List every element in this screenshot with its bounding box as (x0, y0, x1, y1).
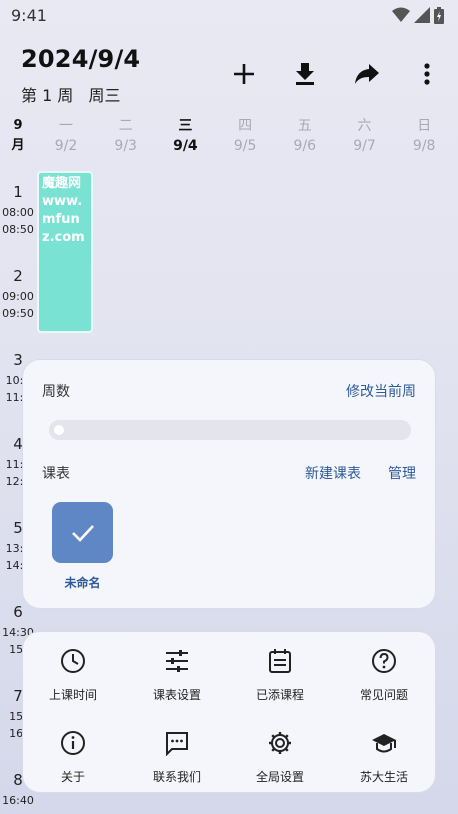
day-column-3: 三 9/4 (155, 116, 215, 156)
help-icon (369, 646, 399, 676)
menu-item-label: 常见问题 (359, 688, 408, 702)
week-slider[interactable] (49, 420, 411, 440)
menu-item-5[interactable]: 关于 (23, 728, 123, 794)
day-column-2: 二 9/3 (96, 116, 156, 156)
modify-current-week-link[interactable]: 修改当前周 (346, 381, 416, 401)
tables-label: 课表 (42, 466, 70, 482)
add-icon (234, 64, 254, 84)
day-date: 9/7 (353, 138, 376, 154)
day-date: 9/4 (173, 138, 198, 154)
time-slot: 1 08:00 08:50 (0, 180, 36, 238)
day-name: 日 (417, 118, 432, 134)
day-name: 三 (178, 118, 193, 134)
day-name: 二 (118, 118, 133, 134)
month-label: 月 (11, 138, 25, 153)
day-column-1: 一 9/2 (36, 116, 96, 156)
calendar-icon (265, 646, 295, 676)
menu-item-label: 全局设置 (255, 770, 304, 784)
menu-item-6[interactable]: 联系我们 (127, 728, 227, 794)
menu-item-label: 关于 (60, 770, 85, 784)
day-name: 一 (59, 118, 73, 134)
check-icon (71, 524, 94, 542)
slot-start-time: 09:00 (2, 290, 34, 303)
status-time: 9:41 (11, 6, 47, 25)
header: 2024/9/4 第 1 周 周三 (0, 40, 458, 110)
slot-number: 1 (13, 183, 23, 201)
day-date: 9/6 (293, 138, 317, 154)
menu-item-7[interactable]: 全局设置 (230, 728, 330, 794)
menu-item-3[interactable]: 已添课程 (230, 646, 330, 712)
day-column-7: 日 9/8 (394, 116, 454, 156)
clock-icon (58, 646, 88, 676)
manage-link[interactable]: 管理 (388, 463, 416, 483)
month-number: 9 (13, 118, 23, 133)
download-icon (296, 63, 314, 85)
status-icons (392, 6, 444, 24)
slot-number: 2 (13, 267, 23, 285)
time-slot: 2 09:00 09:50 (0, 264, 36, 322)
day-header: 9 月 一 9/2 二 9/3 三 9/4 四 9/5 五 9/6 六 9/7 日 9/8 (0, 116, 458, 162)
slot-end-time: 08:50 (2, 223, 34, 236)
week-number: 第 1 周 (21, 86, 74, 105)
menu-item-label: 联系我们 (152, 770, 201, 784)
slot-end-time: 09:50 (2, 307, 34, 320)
share-button[interactable] (351, 58, 383, 90)
battery-icon (434, 6, 444, 24)
day-column-4: 四 9/5 (215, 116, 275, 156)
menu-item-4[interactable]: 常见问题 (334, 646, 434, 712)
weeks-panel: 周数 修改当前周 课表 新建课表 管理 未命名 (22, 359, 436, 609)
month-indicator: 9 月 (0, 116, 36, 156)
day-column-6: 六 9/7 (335, 116, 395, 156)
download-button[interactable] (289, 58, 321, 90)
status-bar: 9:41 (0, 0, 458, 32)
new-table-link[interactable]: 新建课表 (305, 463, 361, 483)
course-block[interactable]: 魔趣网www.mfunz.com (37, 171, 93, 333)
day-date: 9/3 (114, 138, 137, 154)
add-button[interactable] (228, 58, 260, 90)
signal-icon (414, 7, 430, 23)
info-icon (58, 728, 88, 758)
more-button[interactable] (411, 58, 443, 90)
menu-item-label: 上课时间 (48, 688, 97, 702)
share-icon (355, 64, 379, 84)
menu-panel: 上课时间 课表设置 已添课程 常见问题关于 联系我们 全局设置 苏大生活 (22, 631, 436, 793)
menu-item-label: 苏大生活 (359, 770, 408, 784)
sliders-icon (162, 646, 192, 676)
day-date: 9/8 (412, 138, 436, 154)
gear-icon (265, 728, 295, 758)
day-date: 9/5 (233, 138, 257, 154)
slot-start-time: 16:40 (2, 794, 34, 807)
day-date: 9/2 (54, 138, 78, 154)
more-vert-icon (424, 63, 430, 85)
week-slider-thumb[interactable] (54, 425, 64, 435)
menu-item-1[interactable]: 上课时间 (23, 646, 123, 712)
weeks-label: 周数 (42, 384, 70, 400)
day-column-5: 五 9/6 (275, 116, 335, 156)
table-tile[interactable] (52, 502, 113, 563)
day-name: 六 (357, 118, 372, 134)
menu-item-2[interactable]: 课表设置 (127, 646, 227, 712)
menu-item-8[interactable]: 苏大生活 (334, 728, 434, 794)
menu-item-label: 已添课程 (255, 688, 304, 702)
chat-icon (162, 728, 192, 758)
week-info: 第 1 周 周三 (21, 82, 130, 106)
weekday: 周三 (88, 86, 121, 105)
wifi-icon (392, 7, 410, 22)
page-title: 2024/9/4 (21, 45, 141, 73)
school-icon (369, 728, 399, 758)
day-name: 四 (238, 118, 253, 134)
day-name: 五 (297, 118, 312, 134)
slot-start-time: 08:00 (2, 206, 34, 219)
table-name: 未命名 (64, 576, 101, 590)
menu-item-label: 课表设置 (152, 688, 201, 702)
